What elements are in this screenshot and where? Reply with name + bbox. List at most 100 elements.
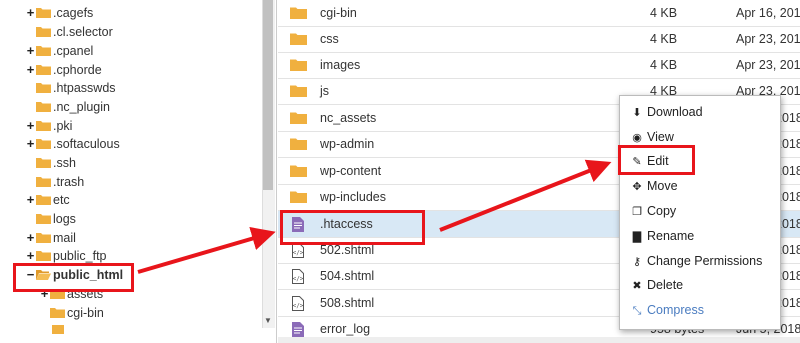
folder-icon [290,111,307,127]
tree-item-label: .trash [53,175,85,189]
expand-icon[interactable]: + [26,228,35,248]
folder-icon [36,139,51,149]
menu-item-move[interactable]: ✥ Move [630,176,678,196]
menu-item-label: Compress [647,303,704,317]
file-row[interactable]: cgi-bin 4 KB Apr 16, 2015 [278,0,800,27]
tree-item-label: .cpanel [53,44,94,58]
tree-item-pki[interactable]: + .pki [26,116,73,136]
tree-item-label: .cagefs [53,6,94,20]
expand-icon[interactable]: + [26,60,35,80]
file-size: 4 KB [650,32,678,46]
expand-icon[interactable]: + [26,190,35,210]
tree-item-label: .cphorde [53,63,102,77]
file-name: css [320,32,339,46]
file-name: 508.shtml [320,296,375,310]
tree-item-label: .softaculous [53,137,120,151]
code-file-icon: </> [292,269,304,287]
menu-item-label: Delete [647,278,684,292]
folder-icon [290,137,307,153]
file-name: js [320,84,330,98]
tree-item-ssh[interactable]: .ssh [26,153,76,173]
expand-icon[interactable]: + [26,41,35,61]
tree-item-softaculous[interactable]: + .softaculous [26,134,120,154]
context-menu: ⬇ Download ◉ View ✎ Edit ✥ Move ❐ Copy ▇ Rename ⚷ Cha… [619,95,781,330]
file-modified-date: Apr 16, 2015 [736,6,800,20]
file-name: wp-includes [320,190,387,204]
file-name: nc_assets [320,111,377,125]
folder-icon [290,6,307,22]
close-icon: ✖ [632,280,642,292]
file-name: cgi-bin [320,6,357,20]
pane-divider[interactable] [276,0,277,343]
highlight-edit [618,145,695,175]
tree-item-cgi-bin[interactable]: cgi-bin [40,303,104,323]
menu-item-view[interactable]: ◉ View [630,127,674,147]
svg-text:</>: </> [293,303,304,310]
file-name: 504.shtml [320,269,375,283]
tree-item-label: cgi-bin [67,306,104,320]
tree-scrollbar-thumb[interactable] [263,0,273,190]
menu-item-label: Move [647,179,678,193]
file-row[interactable]: css 4 KB Apr 23, 2015 [278,26,800,53]
menu-item-compress[interactable]: ⤡ Compress [630,300,704,320]
file-size: 4 KB [650,58,678,72]
tree-item-nc-plugin[interactable]: .nc_plugin [26,97,110,117]
folder-icon [36,214,51,224]
tree-item-htpasswds[interactable]: .htpasswds [26,78,116,98]
folder-icon [36,121,51,131]
tree-item-cpanel[interactable]: + .cpanel [26,41,94,61]
tree-item-etc[interactable]: + etc [26,190,70,210]
file-name: images [320,58,361,72]
tree-item-label: public_ftp [53,249,107,263]
menu-item-download[interactable]: ⬇ Download [630,102,703,122]
folder-icon [36,46,51,56]
tree-item-cphorde[interactable]: + .cphorde [26,60,102,80]
file-icon: ▇ [632,231,642,243]
folder-icon [36,102,51,112]
menu-item-label: Copy [647,204,677,218]
menu-item-delete[interactable]: ✖ Delete [630,275,683,295]
folder-icon [36,27,51,37]
move-icon: ✥ [632,181,642,193]
menu-item-label: Download [647,105,703,119]
tree-item-label: .cl.selector [53,25,113,39]
tree-item-cagefs[interactable]: + .cagefs [26,3,94,23]
tree-item-trash[interactable]: .trash [26,172,84,192]
expand-icon[interactable]: + [26,134,35,154]
file-list-scrollbar[interactable] [278,337,800,343]
scroll-down-arrow-icon[interactable]: ▼ [262,314,274,328]
expand-icon[interactable]: + [26,3,35,23]
folder-icon [36,251,51,261]
tree-item-cl-selector[interactable]: .cl.selector [26,22,113,42]
menu-item-label: View [647,130,674,144]
tree-item-mail[interactable]: + mail [26,228,76,248]
file-row[interactable]: images 4 KB Apr 23, 2015 [278,52,800,79]
tree-item-label: etc [53,193,70,207]
highlight-public-html [13,263,134,292]
expand-icon[interactable]: + [26,116,35,136]
code-file-icon: </> [292,296,304,314]
folder-icon [290,84,307,100]
folder-icon [36,8,51,18]
tree-item-logs[interactable]: logs [26,209,76,229]
menu-item-change-permissions[interactable]: ⚷ Change Permissions [630,251,762,271]
menu-item-copy[interactable]: ❐ Copy [630,201,676,221]
tree-item-label: .pki [53,119,73,133]
code-file-icon: </> [292,243,304,261]
folder-icon [290,32,307,48]
menu-item-rename[interactable]: ▇ Rename [630,226,694,246]
tree-item-label: .ssh [53,156,76,170]
menu-item-label: Change Permissions [647,254,763,268]
download-icon: ⬇ [632,107,642,119]
tree-item-label: logs [53,212,76,226]
folder-icon [36,177,51,187]
svg-text:</>: </> [293,250,304,257]
folder-icon [50,308,65,318]
folder-icon [36,195,51,205]
folder-icon [36,158,51,168]
menu-item-label: Rename [647,229,695,243]
folder-icon [52,325,64,334]
tree-item-label: .nc_plugin [53,100,110,114]
file-name: wp-admin [320,137,375,151]
file-name: wp-content [320,164,382,178]
